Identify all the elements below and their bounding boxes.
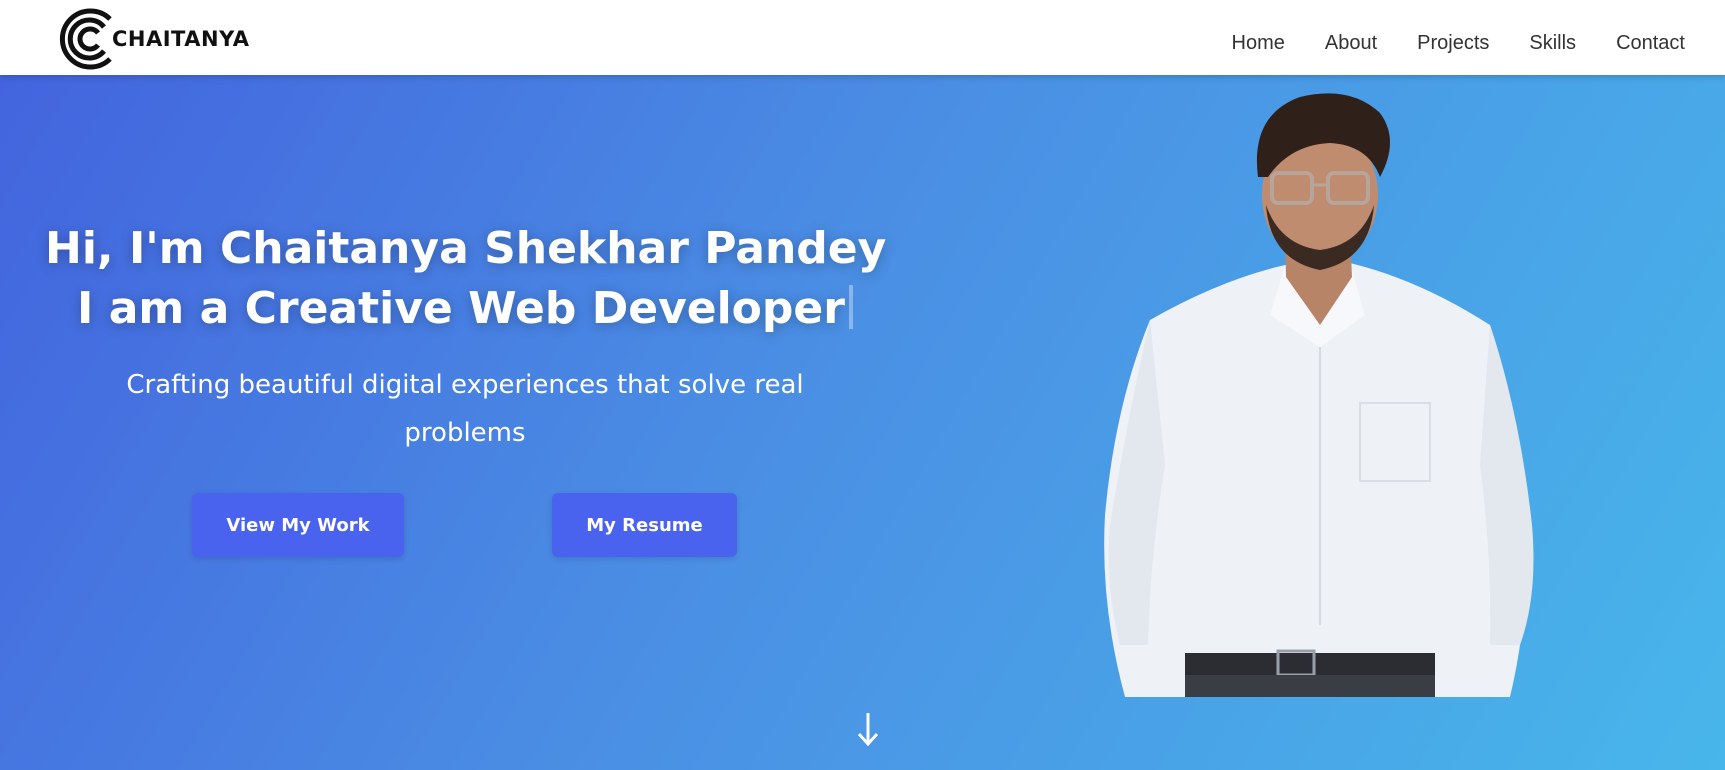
profile-photo	[1104, 93, 1534, 697]
hero-title-line-1: Hi, I'm Chaitanya Shekhar Pandey	[45, 223, 887, 274]
typed-text: I am a Creative Web Developer	[77, 283, 845, 334]
cc-logo-icon	[59, 8, 112, 70]
nav-links: Home About Projects Skills Contact	[1192, 32, 1685, 55]
hero-title: Hi, I'm Chaitanya Shekhar Pandey I am a …	[45, 219, 887, 339]
typing-cursor	[848, 285, 853, 329]
nav-link-home[interactable]: Home	[1232, 32, 1285, 55]
arrow-down-icon[interactable]	[853, 709, 883, 749]
hero-text: Hi, I'm Chaitanya Shekhar Pandey I am a …	[45, 219, 887, 457]
hero-title-line-2: I am a Creative Web Developer	[45, 279, 885, 339]
nav-link-projects[interactable]: Projects	[1417, 32, 1489, 55]
navbar: CHAITANYA Home About Projects Skills Con…	[0, 0, 1725, 75]
logo[interactable]: CHAITANYA	[58, 6, 250, 72]
nav-link-skills[interactable]: Skills	[1529, 32, 1576, 55]
my-resume-button[interactable]: My Resume	[552, 493, 737, 557]
logo-text: CHAITANYA	[112, 27, 250, 51]
hero-section: Hi, I'm Chaitanya Shekhar Pandey I am a …	[0, 75, 1725, 770]
hero-subtitle: Crafting beautiful digital experiences t…	[126, 370, 804, 448]
view-my-work-button[interactable]: View My Work	[192, 493, 404, 557]
nav-link-contact[interactable]: Contact	[1616, 32, 1685, 55]
nav-link-about[interactable]: About	[1325, 32, 1377, 55]
